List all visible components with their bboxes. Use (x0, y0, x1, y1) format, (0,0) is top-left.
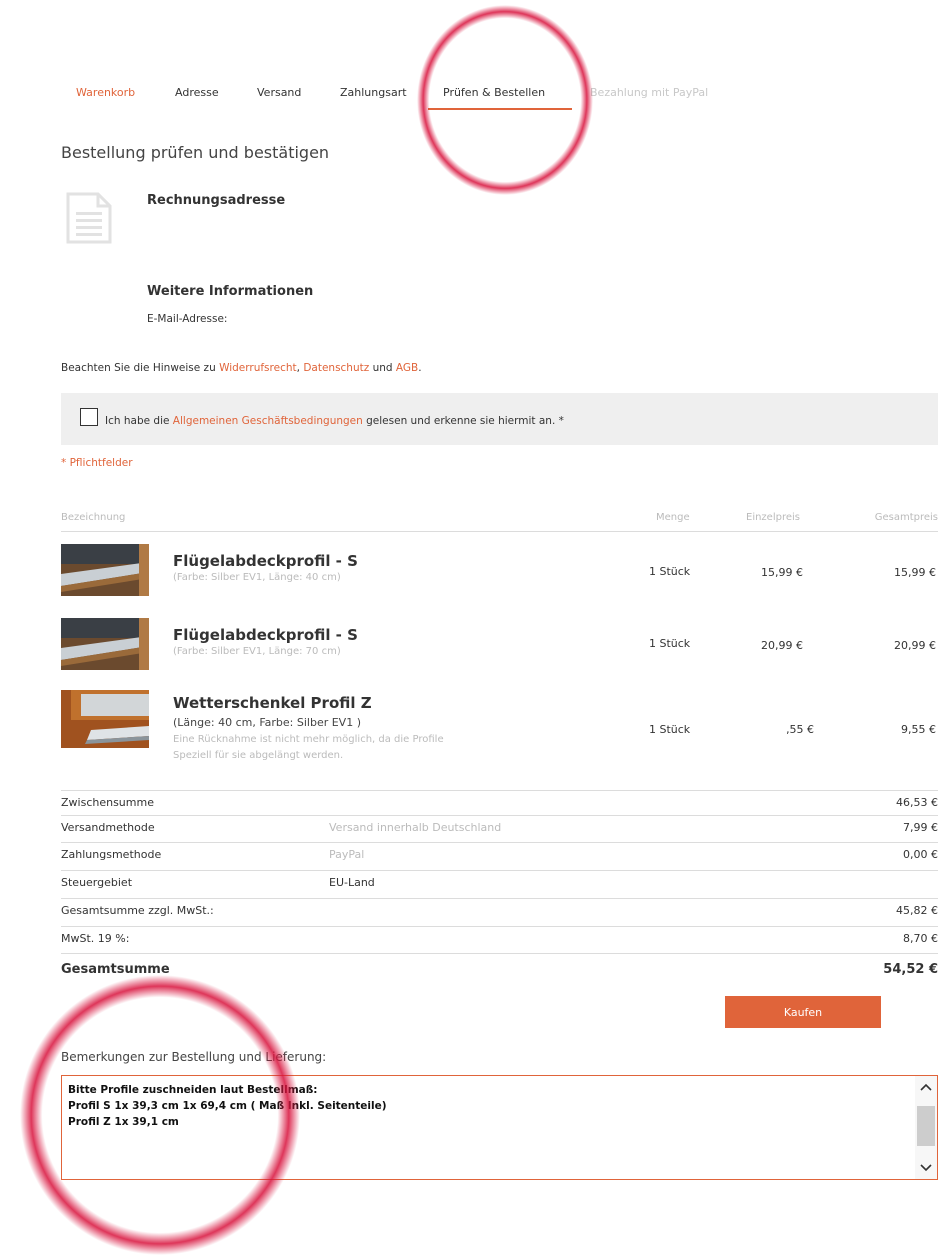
agb-suffix: gelesen und erkenne sie hiermit an. * (362, 415, 564, 427)
product-image (61, 544, 149, 596)
tax-region-row: Steuergebiet EU-Land (61, 871, 938, 895)
legal-notice: Beachten Sie die Hinweise zu Widerrufsre… (61, 362, 422, 374)
scrollbar-thumb[interactable] (917, 1106, 935, 1146)
email-label: E-Mail-Adresse: (147, 313, 228, 325)
product-options: (Farbe: Silber EV1, Länge: 40 cm) (173, 572, 341, 583)
tab-zahlungsart[interactable]: Zahlungsart (340, 86, 407, 99)
grand-total-value: 54,52 € (883, 962, 938, 977)
product-total-price: 9,55 € (901, 723, 936, 736)
tab-pruefen-bestellen[interactable]: Prüfen & Bestellen (443, 86, 545, 99)
product-name: Flügelabdeckprofil - S (173, 626, 358, 644)
net-total-label: Gesamtsumme zzgl. MwSt.: (61, 904, 214, 917)
subtotal-value: 46,53 € (896, 796, 938, 809)
product-name: Wetterschenkel Profil Z (173, 694, 372, 712)
net-total-value: 45,82 € (896, 904, 938, 917)
divider (61, 531, 938, 532)
agb-checkbox[interactable] (80, 408, 98, 426)
product-unit-price: 20,99 € (761, 639, 803, 652)
payment-detail: PayPal (329, 848, 365, 861)
remarks-scrollbar[interactable] (915, 1076, 937, 1179)
buy-button[interactable]: Kaufen (725, 996, 881, 1028)
notice-end: . (418, 362, 422, 374)
tax-region-label: Steuergebiet (61, 876, 133, 889)
active-tab-indicator (428, 108, 572, 110)
chevron-up-icon[interactable] (915, 1076, 937, 1098)
product-options: (Farbe: Silber EV1, Länge: 70 cm) (173, 646, 341, 657)
page-title: Bestellung prüfen und bestätigen (61, 143, 330, 162)
notice-and: und (369, 362, 396, 374)
notice-prefix: Beachten Sie die Hinweise zu (61, 362, 220, 374)
product-unit-price: 15,99 € (761, 566, 803, 579)
product-total-price: 15,99 € (894, 566, 936, 579)
document-icon (66, 192, 112, 244)
product-qty: 1 Stück (649, 637, 691, 650)
tab-warenkorb[interactable]: Warenkorb (76, 86, 135, 99)
product-note: Speziell für sie abgelängt werden. (173, 750, 344, 761)
more-info-heading: Weitere Informationen (147, 284, 314, 299)
product-qty: 1 Stück (649, 565, 691, 578)
subtotal-label: Zwischensumme (61, 796, 154, 809)
product-total-price: 20,99 € (894, 639, 936, 652)
required-note: * Pflichtfelder (61, 457, 133, 469)
product-name: Flügelabdeckprofil - S (173, 552, 358, 570)
product-image (61, 618, 149, 670)
divider (61, 953, 938, 954)
product-note: Eine Rücknahme ist nicht mehr möglich, d… (173, 734, 444, 745)
vat-value: 8,70 € (903, 932, 938, 945)
col-header-name: Bezeichnung (61, 512, 126, 523)
tab-adresse[interactable]: Adresse (175, 86, 219, 99)
agb-text: Ich habe die Allgemeinen Geschäftsbeding… (105, 415, 564, 427)
grand-total-label: Gesamtsumme (61, 962, 170, 977)
vat-label: MwSt. 19 %: (61, 932, 130, 945)
agb-prefix: Ich habe die (105, 415, 173, 427)
shipping-detail: Versand innerhalb Deutschland (329, 821, 502, 834)
subtotal-row: Zwischensumme 46,53 € (61, 791, 938, 815)
shipping-label: Versandmethode (61, 821, 155, 834)
agb-link[interactable]: Allgemeinen Geschäftsbedingungen (173, 415, 363, 427)
withdrawal-link[interactable]: Widerrufsrecht (219, 362, 297, 374)
tax-region-detail: EU-Land (329, 876, 375, 889)
shipping-value: 7,99 € (903, 821, 938, 834)
remarks-text[interactable]: Bitte Profile zuschneiden laut Bestellma… (68, 1082, 387, 1130)
tab-bezahlung-paypal: Bezahlung mit PayPal (590, 86, 709, 99)
privacy-link[interactable]: Datenschutz (303, 362, 369, 374)
grand-total-row: Gesamtsumme 54,52 € (61, 957, 938, 981)
highlight-ring (417, 5, 593, 195)
chevron-down-icon[interactable] (915, 1157, 937, 1179)
shipping-row: Versandmethode Versand innerhalb Deutsch… (61, 816, 938, 840)
tab-versand[interactable]: Versand (257, 86, 301, 99)
remarks-textarea[interactable]: Bitte Profile zuschneiden laut Bestellma… (61, 1075, 938, 1180)
payment-label: Zahlungsmethode (61, 848, 162, 861)
payment-value: 0,00 € (903, 848, 938, 861)
product-qty: 1 Stück (649, 723, 691, 736)
product-options: (Länge: 40 cm, Farbe: Silber EV1 ) (173, 716, 361, 729)
payment-row: Zahlungsmethode PayPal 0,00 € (61, 843, 938, 867)
col-header-qty: Menge (656, 512, 690, 523)
col-header-total: Gesamtpreis (874, 512, 938, 523)
vat-row: MwSt. 19 %: 8,70 € (61, 927, 938, 951)
product-unit-price: ‚55 € (786, 723, 814, 736)
net-total-row: Gesamtsumme zzgl. MwSt.: 45,82 € (61, 899, 938, 923)
billing-heading: Rechnungsadresse (147, 193, 286, 208)
remarks-label: Bemerkungen zur Bestellung und Lieferung… (61, 1050, 327, 1064)
product-image (61, 690, 149, 748)
col-header-unit: Einzelpreis (746, 512, 800, 523)
terms-link[interactable]: AGB (396, 362, 418, 374)
